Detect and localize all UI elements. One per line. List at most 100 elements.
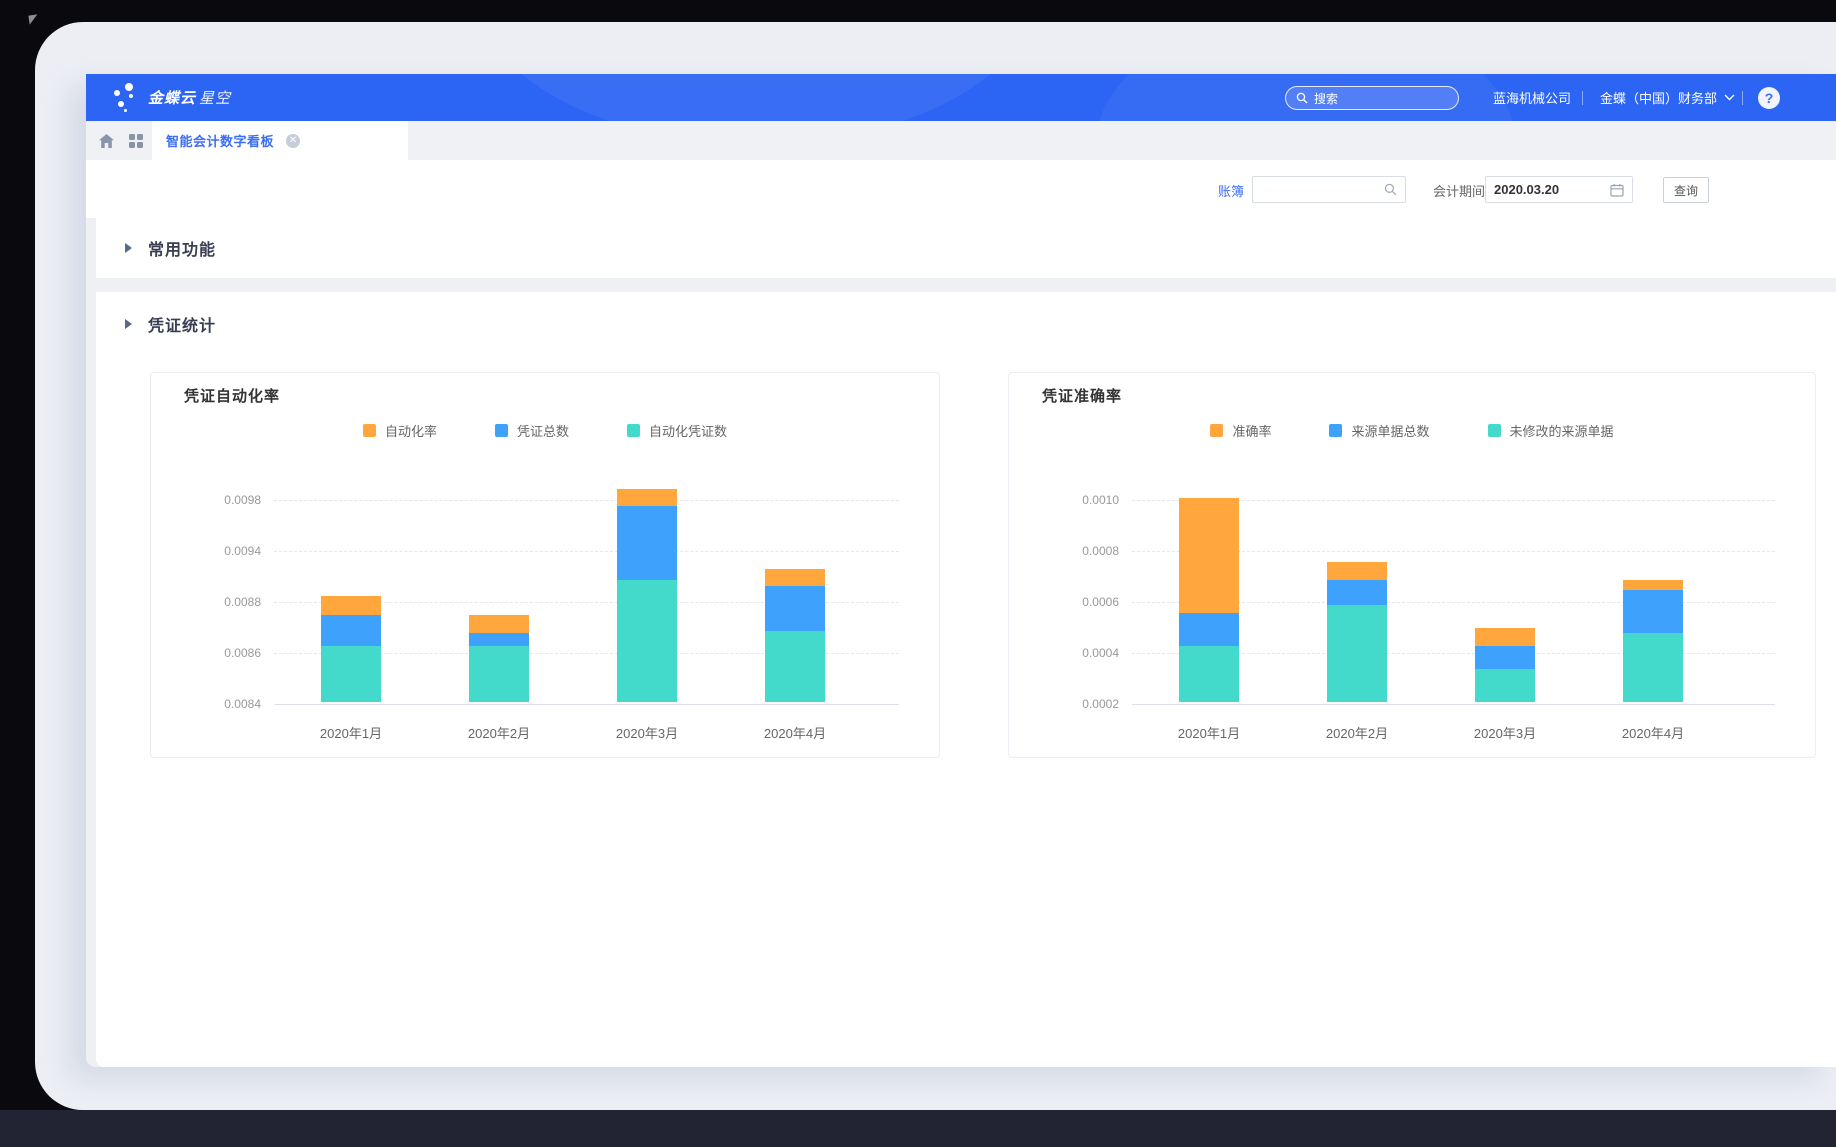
legend-item[interactable]: 未修改的来源单据 bbox=[1488, 421, 1614, 440]
axis-baseline bbox=[1132, 704, 1775, 705]
bar-segment bbox=[1327, 580, 1387, 606]
bar-segment bbox=[1179, 646, 1239, 702]
bar-segment bbox=[1623, 590, 1683, 633]
legend-item[interactable]: 来源单据总数 bbox=[1329, 421, 1429, 440]
x-axis-label: 2020年2月 bbox=[1283, 723, 1431, 742]
gridline bbox=[274, 551, 899, 552]
app-window: 金蝶云星空 搜索 蓝海机械公司 金蝶（中国）财务部 bbox=[86, 74, 1836, 1067]
collapse-arrow-icon bbox=[125, 319, 132, 329]
legend-label: 未修改的来源单据 bbox=[1510, 421, 1614, 440]
legend-item[interactable]: 凭证总数 bbox=[495, 421, 569, 440]
legend-swatch-icon bbox=[627, 424, 640, 437]
legend-swatch-icon bbox=[1329, 424, 1342, 437]
x-axis-label: 2020年1月 bbox=[277, 723, 425, 742]
brand-name: 金蝶云星空 bbox=[148, 87, 231, 108]
global-search-input[interactable]: 搜索 bbox=[1285, 86, 1459, 110]
tab-label: 智能会计数字看板 bbox=[166, 131, 274, 150]
chart-legend: 自动化率 凭证总数 自动化凭证数 bbox=[151, 421, 939, 440]
desktop-bottom-strip bbox=[0, 1110, 1836, 1147]
bar-segment bbox=[765, 586, 825, 630]
ledger-input[interactable] bbox=[1252, 176, 1406, 203]
header-decor-circle bbox=[476, 74, 1036, 121]
header-divider bbox=[1742, 74, 1743, 121]
x-axis-label: 2020年3月 bbox=[1431, 723, 1579, 742]
query-button[interactable]: 查询 bbox=[1663, 177, 1709, 203]
legend-label: 来源单据总数 bbox=[1351, 421, 1429, 440]
question-mark-icon: ? bbox=[1758, 87, 1780, 109]
ledger-label: 账簿 bbox=[1218, 181, 1244, 200]
legend-label: 自动化凭证数 bbox=[649, 421, 727, 440]
y-tick-label: 0.0010 bbox=[1009, 493, 1119, 507]
search-icon bbox=[1296, 92, 1308, 104]
bar-segment bbox=[321, 615, 381, 646]
section-common-functions-header[interactable]: 常用功能 bbox=[96, 218, 1836, 278]
y-tick-label: 0.0004 bbox=[1009, 646, 1119, 660]
legend-label: 自动化率 bbox=[385, 421, 437, 440]
legend-label: 准确率 bbox=[1232, 421, 1271, 440]
legend-swatch-icon bbox=[1488, 424, 1501, 437]
chart-voucher-automation-rate: 凭证自动化率自动化率凭证总数自动化凭证数0.00980.00940.00880.… bbox=[150, 372, 940, 758]
bar-segment bbox=[1327, 605, 1387, 702]
stacked-bar bbox=[617, 489, 677, 702]
stacked-bar bbox=[1327, 562, 1387, 702]
stacked-bar bbox=[1475, 628, 1535, 702]
period-date-input[interactable]: 2020.03.20 bbox=[1485, 176, 1633, 203]
bar-segment bbox=[1623, 580, 1683, 590]
stacked-bar bbox=[1623, 580, 1683, 702]
bar-segment bbox=[1179, 613, 1239, 646]
bar-segment bbox=[617, 506, 677, 580]
page-body: 常用功能 凭证统计 凭证自动化率自动化率凭证总数自动化凭证数0.00980.00… bbox=[86, 218, 1836, 1067]
y-tick-label: 0.0086 bbox=[151, 646, 261, 660]
bar-segment bbox=[617, 580, 677, 702]
section-common-functions: 常用功能 bbox=[96, 218, 1836, 278]
y-tick-label: 0.0006 bbox=[1009, 595, 1119, 609]
legend-swatch-icon bbox=[363, 424, 376, 437]
bar-segment bbox=[469, 615, 529, 633]
mouse-cursor bbox=[28, 14, 38, 24]
y-tick-label: 0.0088 bbox=[151, 595, 261, 609]
y-tick-label: 0.0008 bbox=[1009, 544, 1119, 558]
section-voucher-statistics-header[interactable]: 凭证统计 bbox=[96, 292, 1836, 356]
calendar-icon bbox=[1610, 183, 1624, 197]
bar-segment bbox=[765, 569, 825, 587]
legend-label: 凭证总数 bbox=[517, 421, 569, 440]
company-name[interactable]: 蓝海机械公司 bbox=[1493, 74, 1571, 121]
window-frame: 金蝶云星空 搜索 蓝海机械公司 金蝶（中国）财务部 bbox=[35, 22, 1836, 1110]
stacked-bar bbox=[1179, 498, 1239, 702]
bar-segment bbox=[1179, 498, 1239, 613]
home-icon[interactable] bbox=[94, 121, 118, 160]
help-button[interactable]: ? bbox=[1758, 74, 1780, 121]
bar-segment bbox=[1475, 669, 1535, 702]
bar-segment bbox=[469, 646, 529, 702]
bar-segment bbox=[1327, 562, 1387, 580]
chart-title: 凭证准确率 bbox=[1042, 385, 1122, 406]
y-tick-label: 0.0094 bbox=[151, 544, 261, 558]
bar-segment bbox=[1475, 646, 1535, 669]
logo-dots-icon bbox=[112, 81, 138, 113]
legend-item[interactable]: 自动化凭证数 bbox=[627, 421, 727, 440]
gridline bbox=[274, 500, 899, 501]
axis-baseline bbox=[274, 704, 899, 705]
y-tick-label: 0.0098 bbox=[151, 493, 261, 507]
section-title: 常用功能 bbox=[148, 236, 216, 260]
x-axis-label: 2020年2月 bbox=[425, 723, 573, 742]
period-value: 2020.03.20 bbox=[1494, 182, 1559, 197]
apps-grid-icon[interactable] bbox=[124, 121, 148, 160]
y-tick-label: 0.0002 bbox=[1009, 697, 1119, 711]
stacked-bar bbox=[321, 596, 381, 702]
bar-segment bbox=[321, 596, 381, 616]
chevron-down-icon bbox=[1724, 94, 1735, 101]
tab-close-icon[interactable]: ✕ bbox=[286, 134, 300, 148]
legend-swatch-icon bbox=[495, 424, 508, 437]
chart-voucher-accuracy-rate: 凭证准确率准确率 来源单据总数 未修改的来源单据 0.0010 0.0008 0.0006… bbox=[1008, 372, 1816, 758]
brand-logo: 金蝶云星空 bbox=[112, 81, 231, 113]
stacked-bar bbox=[765, 569, 825, 702]
legend-item[interactable]: 准确率 bbox=[1210, 421, 1271, 440]
user-department-menu[interactable]: 金蝶（中国）财务部 bbox=[1600, 74, 1735, 121]
brand-name-light: 星空 bbox=[199, 90, 231, 107]
legend-item[interactable]: 自动化率 bbox=[363, 421, 437, 440]
stacked-bar bbox=[469, 615, 529, 702]
tab-smart-accounting-dashboard[interactable]: 智能会计数字看板 ✕ bbox=[152, 121, 408, 160]
x-axis-label: 2020年3月 bbox=[573, 723, 721, 742]
search-placeholder: 搜索 bbox=[1314, 90, 1338, 107]
